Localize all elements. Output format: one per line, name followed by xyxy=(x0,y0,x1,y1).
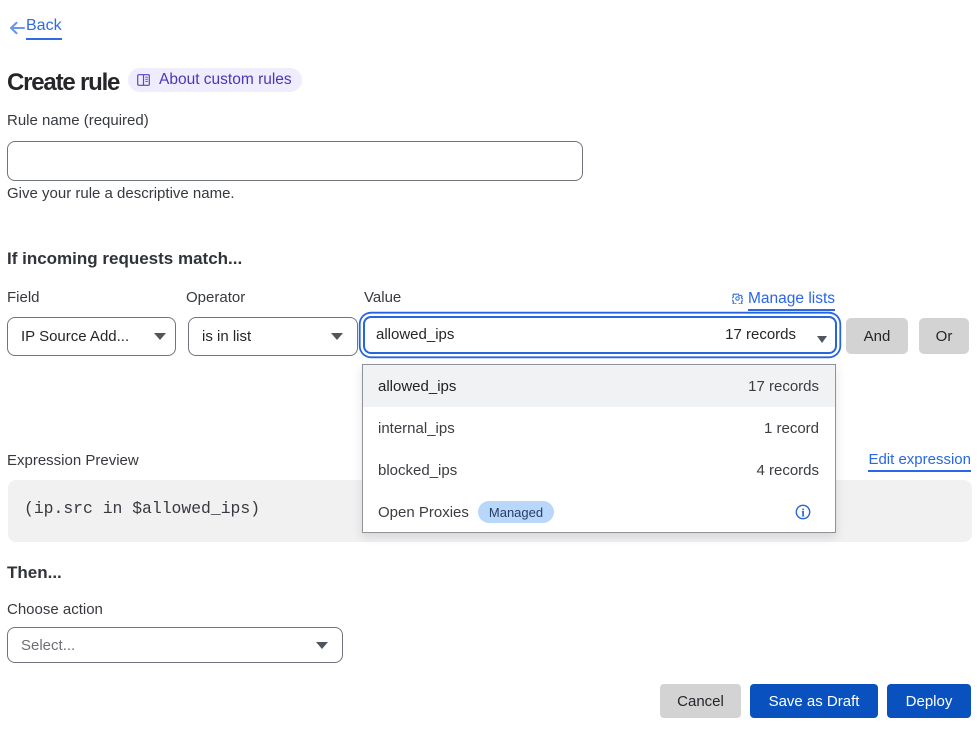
svg-text:i: i xyxy=(801,505,805,519)
